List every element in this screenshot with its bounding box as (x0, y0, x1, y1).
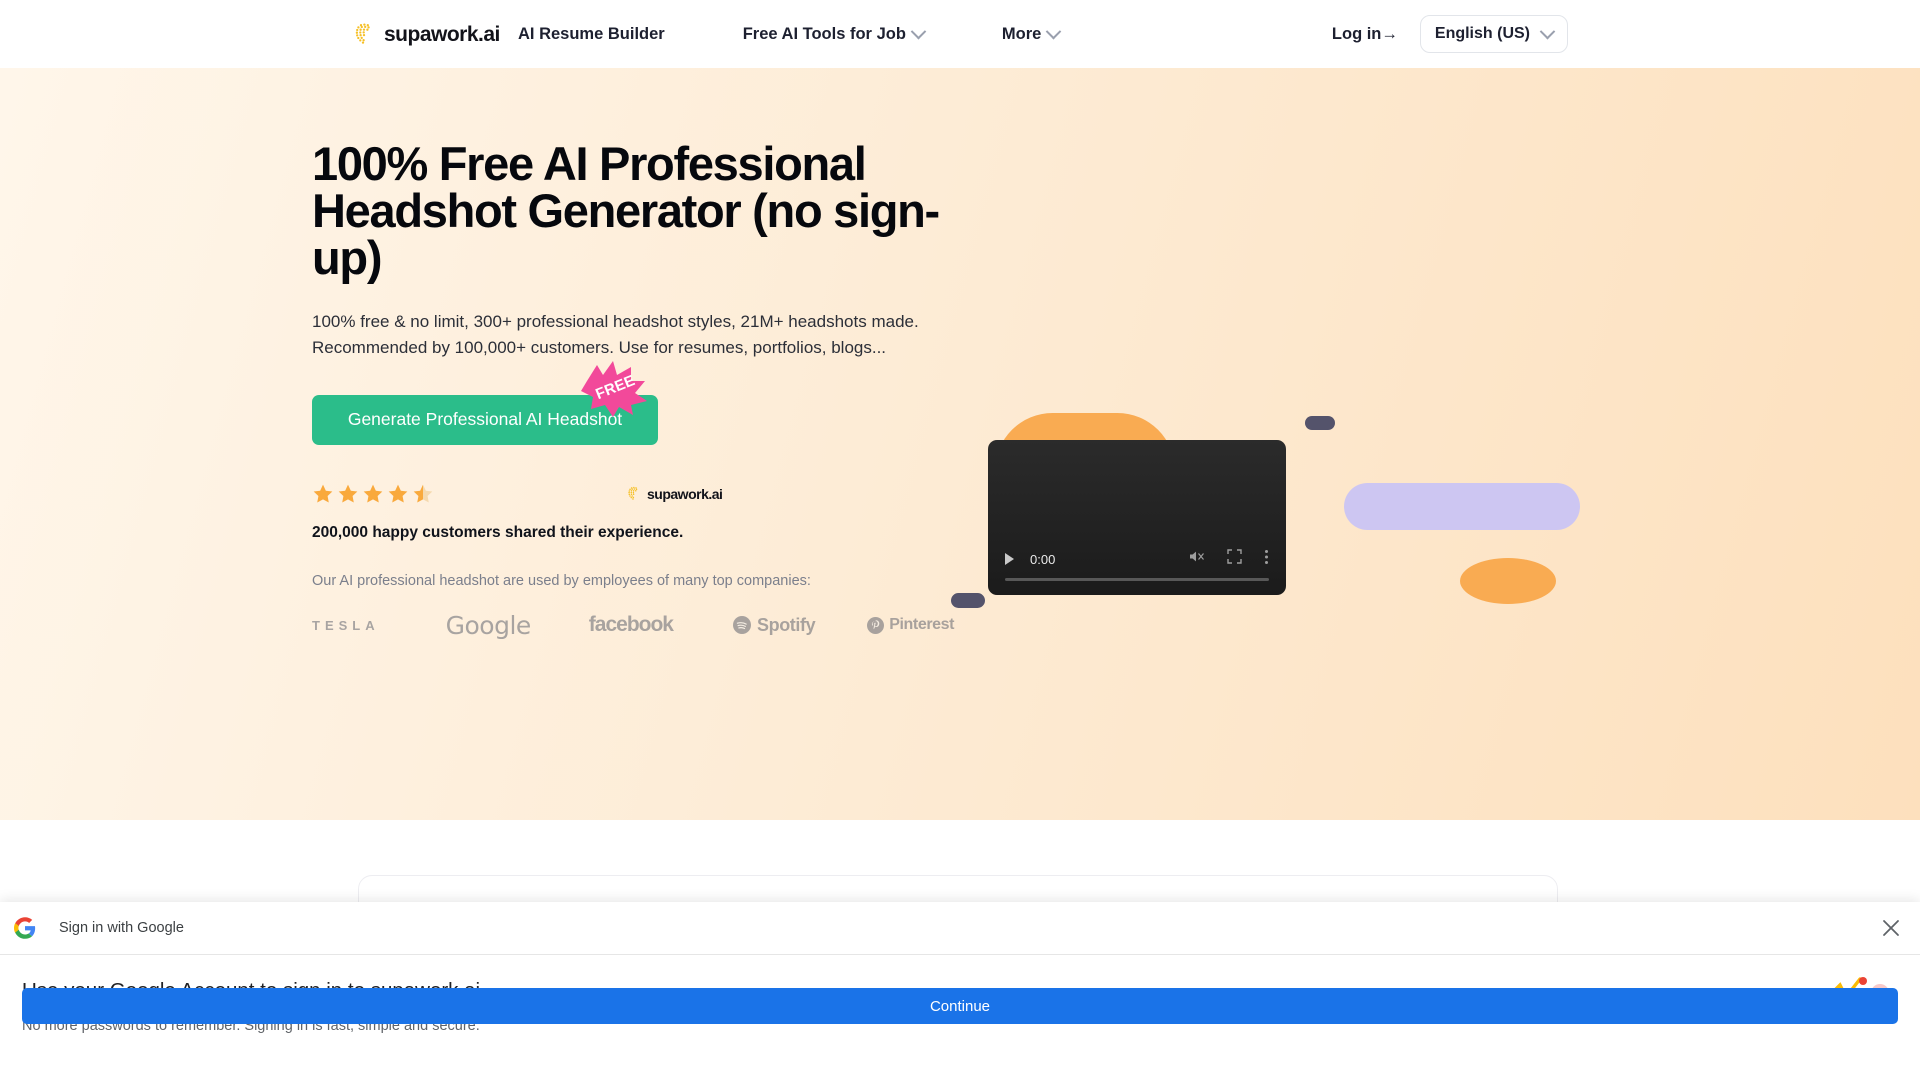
spotify-logo: Spotify (733, 614, 816, 636)
hero-section: 0:00 100% Free AI Professional Headshot … (0, 68, 1920, 820)
chevron-down-icon (1046, 23, 1062, 39)
nav-label: Free AI Tools for Job (742, 24, 906, 43)
hero-video-player[interactable]: 0:00 (988, 440, 1286, 595)
rating-brand-logo: supawork.ai (626, 484, 723, 503)
language-value: English (US) (1434, 25, 1530, 42)
star-icon (363, 484, 383, 503)
decor-dark-pill-top (1305, 416, 1335, 430)
close-icon[interactable] (1879, 916, 1903, 940)
companies-label: Our AI professional headshot are used by… (312, 572, 811, 589)
video-controls: 0:00 (988, 545, 1286, 573)
hero-subtitle: 100% free & no limit, 300+ professional … (312, 312, 919, 357)
company-logos: TESLA Google facebook Spotify Pinterest (312, 610, 954, 640)
decor-orange-ellipse (1460, 558, 1556, 604)
hero-content: 100% Free AI Professional Headshot Gener… (312, 137, 954, 640)
tesla-logo: TESLA (312, 617, 380, 633)
google-signin-topbar: Sign in with Google (0, 902, 1920, 955)
nav-item-free-ai-tools[interactable]: Free AI Tools for Job (742, 23, 927, 44)
video-current-time: 0:00 (1030, 551, 1056, 567)
rating-row: supawork.ai (312, 483, 932, 505)
nav-item-more[interactable]: More (1001, 23, 1062, 44)
decor-lavender-pill (1344, 483, 1580, 530)
google-continue-button[interactable]: Continue (22, 988, 1898, 1024)
pinterest-label: Pinterest (889, 616, 955, 634)
cta-container: Generate Professional AI Headshot FREE (312, 360, 658, 445)
pinterest-logo: Pinterest (867, 616, 954, 634)
more-vertical-icon[interactable] (1264, 549, 1269, 570)
rating-brand-name: supawork.ai (647, 485, 723, 502)
nav-label: More (1001, 24, 1042, 43)
free-badge: FREE (577, 355, 651, 417)
supawork-globe-icon (352, 19, 382, 49)
chevron-down-icon (910, 23, 927, 39)
video-progress-bar[interactable] (1005, 578, 1269, 581)
google-logo: Google (445, 610, 532, 640)
google-signin-topbar-label: Sign in with Google (59, 920, 184, 936)
brand-logo[interactable]: supawork.ai (352, 14, 500, 54)
login-link[interactable]: Log in→ (1332, 25, 1398, 44)
facebook-logo: facebook (588, 613, 674, 637)
star-icon (313, 484, 333, 503)
decor-dark-pill-left (951, 593, 985, 608)
page-root: supawork.ai AI Resume Builder Free AI To… (0, 0, 1920, 1080)
page-title: 100% Free AI Professional Headshot Gener… (312, 137, 940, 284)
language-selector[interactable]: English (US) (1419, 15, 1568, 53)
header-actions: Log in→ English (US) (1332, 0, 1568, 68)
play-icon[interactable] (1005, 553, 1014, 565)
google-signin-banner: Sign in with Google Use your Google Acco… (0, 902, 1920, 1080)
main-navigation: AI Resume Builder Free AI Tools for Job … (518, 0, 1062, 68)
muted-volume-icon[interactable] (1188, 549, 1205, 569)
chevron-down-icon (1539, 23, 1556, 39)
rating-caption: 200,000 happy customers shared their exp… (312, 523, 684, 541)
supawork-globe-icon (626, 484, 645, 503)
fullscreen-icon[interactable] (1227, 549, 1242, 569)
google-g-icon (14, 917, 36, 939)
star-icon (338, 484, 358, 503)
star-half-icon (413, 484, 433, 503)
brand-name: supawork.ai (384, 22, 500, 46)
spotify-label: Spotify (757, 614, 816, 635)
nav-item-ai-resume-builder[interactable]: AI Resume Builder (518, 25, 665, 44)
star-rating (312, 483, 434, 505)
star-icon (388, 484, 408, 503)
nav-label: AI Resume Builder (518, 24, 665, 43)
site-header: supawork.ai AI Resume Builder Free AI To… (0, 0, 1920, 68)
google-signin-body: Use your Google Account to sign in to su… (0, 955, 1920, 1034)
